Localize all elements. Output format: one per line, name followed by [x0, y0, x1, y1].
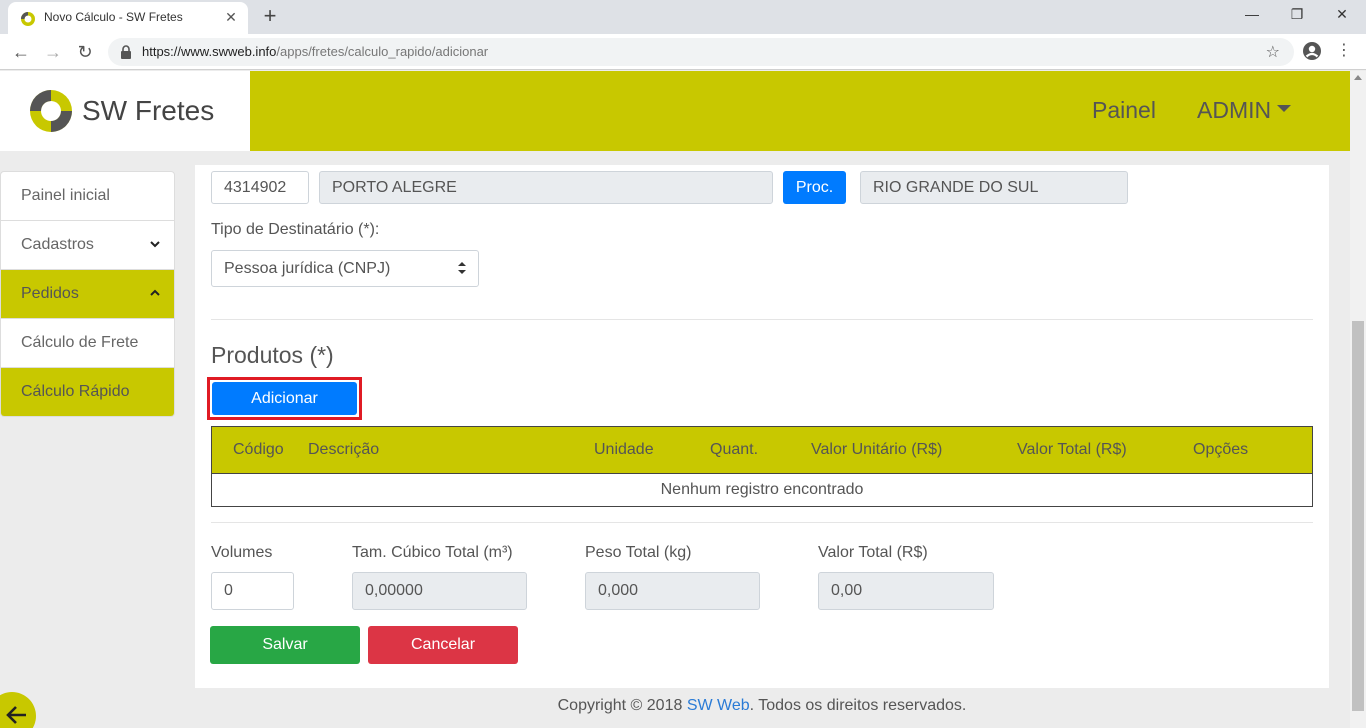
forward-arrow-icon[interactable]: →: [42, 41, 64, 63]
app-header: SW Fretes Painel ADMIN: [0, 71, 1350, 151]
nav-painel-link[interactable]: Painel: [1092, 97, 1156, 124]
brand[interactable]: SW Fretes: [0, 71, 250, 151]
tab-title: Novo Cálculo - SW Fretes: [44, 10, 183, 24]
volumes-label: Volumes: [211, 544, 273, 561]
sidebar-item-calculo-frete[interactable]: Cálculo de Frete: [1, 319, 174, 368]
empty-table-message: Nenhum registro encontrado: [211, 473, 1313, 507]
save-button[interactable]: Salvar: [210, 626, 360, 664]
back-button[interactable]: [0, 692, 36, 728]
account-icon[interactable]: [1302, 41, 1322, 61]
column-quant[interactable]: Quant.: [710, 441, 758, 459]
cancel-button[interactable]: Cancelar: [368, 626, 518, 664]
total-value-field[interactable]: 0,00: [818, 572, 994, 610]
weight-label: Peso Total (kg): [585, 544, 692, 561]
recipient-type-value: Pessoa jurídica (CNPJ): [224, 260, 391, 277]
select-arrows-icon: [458, 262, 466, 274]
url-text: https://www.swweb.info/apps/fretes/calcu…: [142, 44, 489, 59]
column-valor-total[interactable]: Valor Total (R$): [1017, 441, 1127, 459]
scroll-up-icon[interactable]: [1354, 75, 1362, 80]
sw-web-link[interactable]: SW Web: [687, 697, 750, 714]
lock-icon: [121, 45, 131, 59]
total-value-label: Valor Total (R$): [818, 544, 928, 561]
proc-button[interactable]: Proc.: [783, 171, 846, 204]
swfretes-logo-icon: [30, 90, 72, 132]
sidebar-item-calculo-rapido[interactable]: Cálculo Rápido: [1, 368, 174, 416]
swfretes-favicon-icon: [21, 12, 35, 26]
recipient-type-label: Tipo de Destinatário (*):: [211, 221, 380, 238]
divider: [211, 319, 1313, 320]
products-table-header: Código Descrição Unidade Quant. Valor Un…: [211, 426, 1313, 474]
sidebar-item-pedidos[interactable]: Pedidos: [1, 270, 174, 319]
recipient-type-select[interactable]: Pessoa jurídica (CNPJ): [211, 250, 479, 287]
admin-dropdown[interactable]: ADMIN: [1197, 97, 1292, 124]
products-title: Produtos (*): [211, 342, 334, 368]
tab-close-icon[interactable]: ✕: [222, 8, 240, 26]
city-field[interactable]: PORTO ALEGRE: [319, 171, 773, 204]
add-product-button[interactable]: Adicionar: [212, 382, 357, 415]
sidebar-menu: Painel inicial Cadastros Pedidos Cálculo…: [0, 171, 175, 417]
browser-toolbar: ← → ↻ https://www.swweb.info/apps/fretes…: [0, 34, 1366, 70]
page-scrollbar[interactable]: [1350, 71, 1366, 728]
browser-tab[interactable]: Novo Cálculo - SW Fretes ✕: [8, 2, 248, 34]
scroll-thumb[interactable]: [1352, 321, 1364, 711]
caret-down-icon: [1277, 105, 1292, 113]
brand-name: SW Fretes: [82, 95, 215, 126]
browser-tab-bar: Novo Cálculo - SW Fretes ✕ + — ❐ ✕: [0, 0, 1366, 34]
browser-menu-icon[interactable]: ⋮: [1336, 40, 1352, 60]
column-valor-unitario[interactable]: Valor Unitário (R$): [811, 441, 942, 459]
chevron-up-icon: [150, 289, 160, 296]
arrow-left-icon: [6, 706, 26, 724]
reload-icon[interactable]: ↻: [74, 41, 96, 63]
column-opcoes: Opções: [1193, 441, 1249, 458]
chevron-down-icon: [150, 241, 160, 248]
footer-copyright: Copyright © 2018 SW Web. Todos os direit…: [557, 697, 967, 714]
cubic-size-label: Tam. Cúbico Total (m³): [352, 544, 513, 561]
ibge-code-field[interactable]: 4314902: [211, 171, 309, 204]
url-bar[interactable]: https://www.swweb.info/apps/fretes/calcu…: [108, 38, 1294, 66]
weight-field[interactable]: 0,000: [585, 572, 760, 610]
sidebar-item-cadastros[interactable]: Cadastros: [1, 221, 174, 270]
restore-icon[interactable]: ❐: [1285, 6, 1309, 23]
window-close-icon[interactable]: ✕: [1330, 6, 1354, 23]
divider: [211, 522, 1313, 523]
volumes-field[interactable]: 0: [211, 572, 294, 610]
column-descricao[interactable]: Descrição: [308, 441, 379, 459]
bookmark-star-icon[interactable]: ☆: [1266, 42, 1280, 62]
back-arrow-icon[interactable]: ←: [10, 41, 32, 63]
minimize-icon[interactable]: —: [1240, 6, 1264, 22]
cubic-size-field[interactable]: 0,00000: [352, 572, 527, 610]
state-field[interactable]: RIO GRANDE DO SUL: [860, 171, 1128, 204]
sidebar-item-painel-inicial[interactable]: Painel inicial: [1, 172, 174, 221]
new-tab-icon[interactable]: +: [258, 4, 282, 28]
column-codigo[interactable]: Código: [233, 441, 284, 459]
column-unidade[interactable]: Unidade: [594, 441, 654, 459]
